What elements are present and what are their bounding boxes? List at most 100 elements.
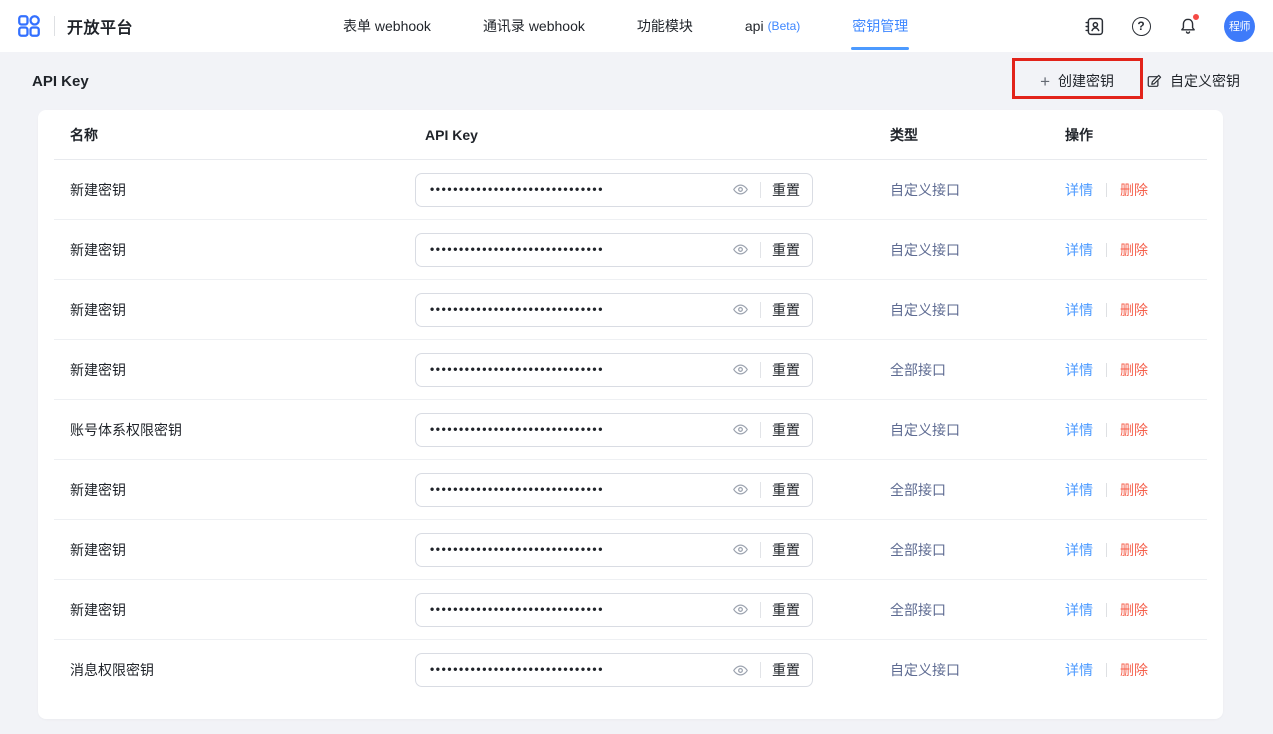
ops-divider (1106, 243, 1107, 257)
table-body: 新建密钥 •••••••••••••••••••••••••••••• 重置 自… (38, 160, 1223, 700)
app-header: 开放平台 表单 webhook 通讯录 webhook 功能模块 api (Be… (0, 0, 1273, 52)
reset-button[interactable]: 重置 (772, 360, 800, 380)
api-key-field: •••••••••••••••••••••••••••••• 重置 (415, 173, 813, 207)
tab-form-webhook[interactable]: 表单 webhook (343, 0, 431, 52)
tab-api[interactable]: api (Beta) (745, 0, 800, 52)
detail-link[interactable]: 详情 (1065, 300, 1093, 320)
key-type: 自定义接口 (882, 300, 1058, 320)
reset-button[interactable]: 重置 (772, 240, 800, 260)
delete-link[interactable]: 删除 (1120, 420, 1148, 440)
api-key-field: •••••••••••••••••••••••••••••• 重置 (415, 533, 813, 567)
notification-bell-icon[interactable] (1177, 15, 1199, 37)
reset-button[interactable]: 重置 (772, 300, 800, 320)
masked-api-key: •••••••••••••••••••••••••••••• (430, 482, 731, 496)
api-key-table-card: 名称 API Key 类型 操作 新建密钥 ••••••••••••••••••… (38, 110, 1223, 719)
reset-button[interactable]: 重置 (772, 180, 800, 200)
notification-dot (1192, 13, 1200, 21)
eye-icon[interactable] (731, 421, 749, 439)
table-row: 新建密钥 •••••••••••••••••••••••••••••• 重置 自… (54, 280, 1207, 340)
page-toolbar: API Key + 创建密钥 自定义密钥 (0, 52, 1273, 110)
eye-icon[interactable] (731, 541, 749, 559)
key-name: 新建密钥 (70, 240, 415, 260)
delete-link[interactable]: 删除 (1120, 480, 1148, 500)
masked-api-key: •••••••••••••••••••••••••••••• (430, 362, 731, 376)
detail-link[interactable]: 详情 (1065, 180, 1093, 200)
delete-link[interactable]: 删除 (1120, 240, 1148, 260)
app-title: 开放平台 (67, 14, 133, 38)
detail-link[interactable]: 详情 (1065, 660, 1093, 680)
reset-button[interactable]: 重置 (772, 600, 800, 620)
table-row: 账号体系权限密钥 •••••••••••••••••••••••••••••• … (54, 400, 1207, 460)
eye-icon[interactable] (731, 241, 749, 259)
detail-link[interactable]: 详情 (1065, 600, 1093, 620)
reset-button[interactable]: 重置 (772, 660, 800, 680)
tab-key-management[interactable]: 密钥管理 (852, 0, 908, 52)
delete-link[interactable]: 删除 (1120, 180, 1148, 200)
api-key-field: •••••••••••••••••••••••••••••• 重置 (415, 233, 813, 267)
table-row: 新建密钥 •••••••••••••••••••••••••••••• 重置 自… (54, 220, 1207, 280)
detail-link[interactable]: 详情 (1065, 480, 1093, 500)
field-divider (760, 482, 761, 498)
eye-icon[interactable] (731, 361, 749, 379)
avatar[interactable]: 程师 (1224, 11, 1255, 42)
delete-link[interactable]: 删除 (1120, 360, 1148, 380)
delete-link[interactable]: 删除 (1120, 300, 1148, 320)
detail-link[interactable]: 详情 (1065, 540, 1093, 560)
ops-divider (1106, 303, 1107, 317)
eye-icon[interactable] (731, 181, 749, 199)
field-divider (760, 242, 761, 258)
field-divider (760, 422, 761, 438)
create-key-button[interactable]: + 创建密钥 (1026, 63, 1128, 99)
key-name: 消息权限密钥 (70, 660, 415, 680)
api-key-field: •••••••••••••••••••••••••••••• 重置 (415, 653, 813, 687)
edit-pencil-icon (1146, 73, 1163, 90)
field-divider (760, 662, 761, 678)
column-header-operations: 操作 (1058, 125, 1207, 145)
detail-link[interactable]: 详情 (1065, 420, 1093, 440)
eye-icon[interactable] (731, 481, 749, 499)
reset-button[interactable]: 重置 (772, 480, 800, 500)
delete-link[interactable]: 删除 (1120, 660, 1148, 680)
key-name: 新建密钥 (70, 360, 415, 380)
masked-api-key: •••••••••••••••••••••••••••••• (430, 602, 731, 616)
ops-divider (1106, 603, 1107, 617)
custom-key-button[interactable]: 自定义密钥 (1146, 71, 1240, 91)
detail-link[interactable]: 详情 (1065, 240, 1093, 260)
column-header-type: 类型 (882, 125, 1058, 145)
contact-book-icon[interactable] (1083, 15, 1105, 37)
key-type: 全部接口 (882, 480, 1058, 500)
field-divider (760, 602, 761, 618)
eye-icon[interactable] (731, 661, 749, 679)
field-divider (760, 542, 761, 558)
eye-icon[interactable] (731, 301, 749, 319)
masked-api-key: •••••••••••••••••••••••••••••• (430, 302, 731, 316)
masked-api-key: •••••••••••••••••••••••••••••• (430, 242, 731, 256)
reset-button[interactable]: 重置 (772, 540, 800, 560)
table-header-row: 名称 API Key 类型 操作 (54, 110, 1207, 160)
delete-link[interactable]: 删除 (1120, 540, 1148, 560)
key-type: 全部接口 (882, 360, 1058, 380)
key-type: 自定义接口 (882, 240, 1058, 260)
detail-link[interactable]: 详情 (1065, 360, 1093, 380)
api-key-field: •••••••••••••••••••••••••••••• 重置 (415, 353, 813, 387)
field-divider (760, 362, 761, 378)
ops-divider (1106, 483, 1107, 497)
beta-badge: (Beta) (768, 19, 801, 33)
field-divider (760, 302, 761, 318)
field-divider (760, 182, 761, 198)
tab-feature-modules[interactable]: 功能模块 (637, 0, 693, 52)
nav-tabs: 表单 webhook 通讯录 webhook 功能模块 api (Beta) 密… (343, 0, 908, 52)
delete-link[interactable]: 删除 (1120, 600, 1148, 620)
table-row: 新建密钥 •••••••••••••••••••••••••••••• 重置 全… (54, 520, 1207, 580)
help-icon[interactable]: ? (1130, 15, 1152, 37)
column-header-name: 名称 (70, 125, 415, 145)
eye-icon[interactable] (731, 601, 749, 619)
reset-button[interactable]: 重置 (772, 420, 800, 440)
plus-icon: + (1040, 73, 1050, 90)
key-name: 新建密钥 (70, 180, 415, 200)
app-grid-icon[interactable] (16, 13, 42, 39)
tab-contacts-webhook[interactable]: 通讯录 webhook (483, 0, 585, 52)
page-title: API Key (32, 73, 89, 90)
brand-divider (54, 16, 55, 36)
column-header-apikey: API Key (415, 127, 882, 143)
